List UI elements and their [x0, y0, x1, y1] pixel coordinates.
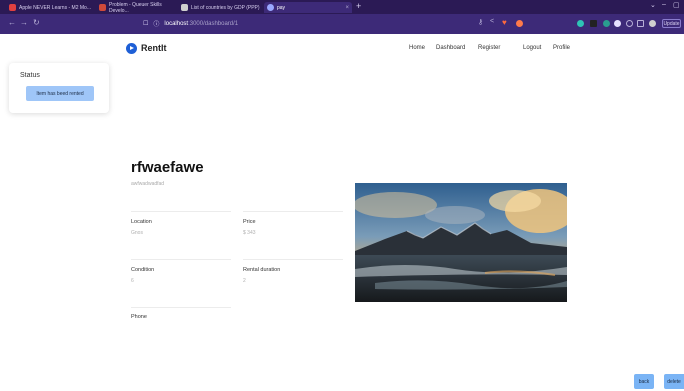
update-button[interactable]: Update	[662, 19, 681, 28]
minimize-icon[interactable]: –	[662, 1, 666, 8]
browser-tab[interactable]: List of countries by GDP (PPP)	[178, 2, 264, 13]
browser-tab[interactable]: Problem - Queuer Skills Develo...	[96, 1, 178, 14]
globe-icon	[267, 4, 274, 11]
tab-title: Problem - Queuer Skills Develo...	[109, 1, 162, 14]
divider	[243, 211, 343, 212]
status-title: Status	[20, 72, 40, 79]
app-navbar: RentIt Home Dashboard Register Logout Pr…	[0, 34, 684, 62]
profile-icon[interactable]	[649, 20, 656, 27]
forward-arrow-icon[interactable]: →	[20, 18, 28, 27]
wikipedia-icon	[181, 4, 188, 11]
extension-icon[interactable]	[577, 20, 584, 27]
browser-tab-active[interactable]: pay ×	[264, 2, 352, 13]
logo-icon[interactable]	[126, 43, 137, 54]
item-title: rfwaefawe	[131, 159, 204, 176]
key-icon[interactable]: ⚷	[478, 18, 483, 26]
divider	[131, 307, 231, 308]
status-card: Status Item has beed rented	[9, 63, 109, 113]
url-host: localhost	[164, 20, 189, 27]
location-value: Gnos	[131, 230, 143, 236]
address-bar[interactable]: ☐ ⓘ localhost:3000/dashboard/1	[143, 19, 239, 29]
url-path: :3000/dashboard/1	[188, 20, 239, 27]
nav-link-home[interactable]: Home	[409, 45, 425, 51]
brand-name[interactable]: RentIt	[141, 43, 167, 53]
item-description: awfwadwadfad	[131, 181, 165, 187]
extension-icon[interactable]	[626, 20, 633, 27]
new-tab-icon[interactable]: +	[356, 1, 361, 11]
youtube-icon	[9, 4, 16, 11]
rewards-icon[interactable]	[516, 20, 523, 27]
rental-duration-value: 2	[243, 278, 246, 284]
nav-link-dashboard[interactable]: Dashboard	[436, 45, 465, 51]
extension-icon[interactable]	[603, 20, 610, 27]
divider	[131, 259, 231, 260]
tab-title: Apple NEVER Learns - M2 Mo...	[19, 4, 91, 11]
extension-icon[interactable]	[590, 20, 597, 27]
tab-search-icon[interactable]: ⌄	[650, 1, 656, 9]
condition-label: Condition	[131, 267, 155, 273]
price-label: Price	[243, 219, 256, 225]
browser-toolbar: ← → ↻ ☐ ⓘ localhost:3000/dashboard/1 ⚷ <…	[0, 14, 684, 34]
location-label: Location	[131, 219, 152, 225]
status-badge: Item has beed rented	[26, 86, 94, 101]
nav-link-register[interactable]: Register	[478, 45, 500, 51]
price-value: $ 343	[243, 230, 256, 236]
reload-icon[interactable]: ↻	[33, 18, 40, 27]
close-tab-icon[interactable]: ×	[345, 5, 349, 11]
back-button[interactable]: back	[634, 374, 654, 389]
divider	[243, 259, 343, 260]
condition-value: 6	[131, 278, 134, 284]
sidebar-icon[interactable]	[637, 20, 644, 27]
item-photo	[355, 183, 567, 302]
phone-label: Phone	[131, 314, 147, 320]
problem-site-icon	[99, 4, 106, 11]
nav-link-profile[interactable]: Profile	[553, 45, 570, 51]
divider	[131, 211, 231, 212]
nav-link-logout[interactable]: Logout	[523, 45, 541, 51]
tab-title: List of countries by GDP (PPP)	[191, 4, 260, 11]
tab-title: pay	[277, 4, 286, 11]
delete-button[interactable]: delete	[664, 374, 684, 389]
bookmark-icon[interactable]: ☐	[143, 20, 148, 27]
site-info-icon[interactable]: ⓘ	[153, 19, 159, 28]
browser-tab-strip: Apple NEVER Learns - M2 Mo... Problem - …	[0, 0, 684, 14]
rental-duration-label: Rental duration	[243, 267, 281, 273]
extension-icon[interactable]	[614, 20, 621, 27]
brave-shield-icon[interactable]: ♥	[502, 18, 507, 27]
back-arrow-icon[interactable]: ←	[8, 18, 16, 27]
maximize-icon[interactable]: ▢	[673, 1, 680, 9]
share-icon[interactable]: <	[490, 18, 494, 25]
browser-tab[interactable]: Apple NEVER Learns - M2 Mo...	[6, 2, 96, 13]
